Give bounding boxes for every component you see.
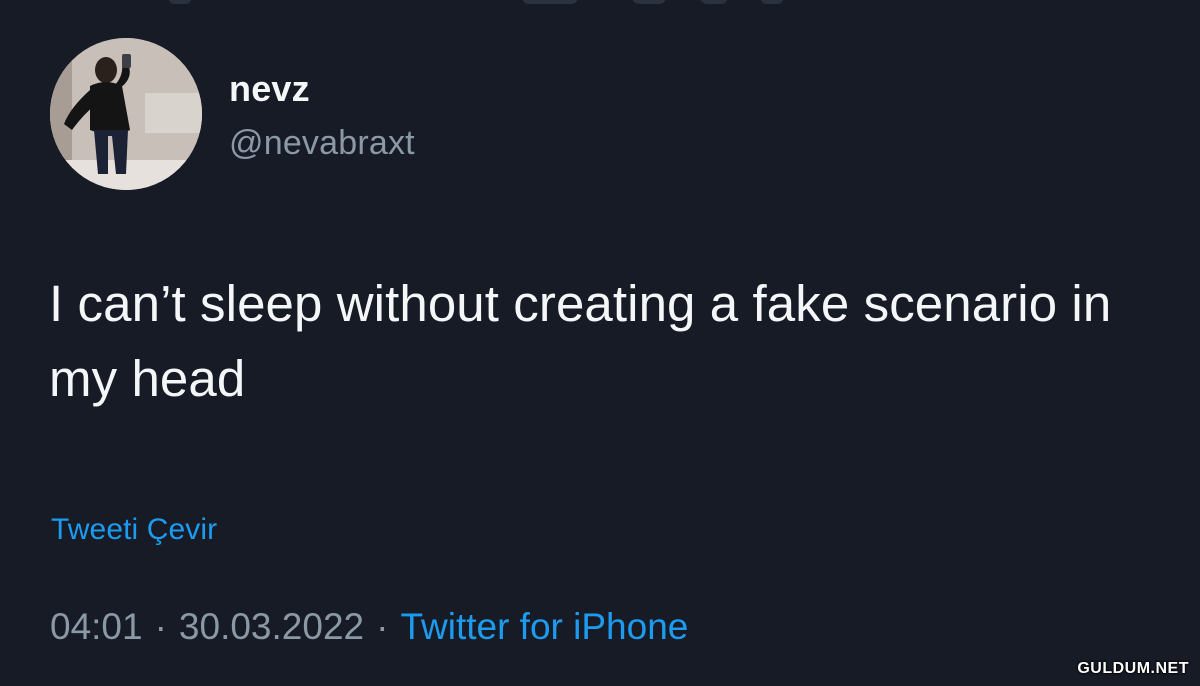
tweet-meta: 04:01 · 30.03.2022 · Twitter for iPhone bbox=[50, 608, 688, 645]
profile-photo-icon bbox=[50, 38, 202, 190]
user-handle[interactable]: @nevabraxt bbox=[229, 126, 415, 160]
user-names: nevz @nevabraxt bbox=[229, 69, 415, 160]
display-name[interactable]: nevz bbox=[229, 70, 415, 107]
meta-separator: · bbox=[154, 606, 167, 647]
translate-tweet-link[interactable]: Tweeti Çevir bbox=[51, 515, 217, 545]
tweet-time[interactable]: 04:01 bbox=[50, 608, 143, 645]
avatar[interactable] bbox=[50, 38, 202, 190]
tweet-source-link[interactable]: Twitter for iPhone bbox=[400, 608, 688, 645]
meta-separator: · bbox=[376, 606, 389, 647]
tweet-card: nevz @nevabraxt I can’t sleep without cr… bbox=[0, 0, 1200, 686]
tweet-header: nevz @nevabraxt bbox=[50, 38, 415, 190]
watermark: GULDUM.NET bbox=[1077, 660, 1189, 677]
tweet-text: I can’t sleep without creating a fake sc… bbox=[49, 275, 1112, 408]
tweet-date[interactable]: 30.03.2022 bbox=[179, 608, 364, 645]
